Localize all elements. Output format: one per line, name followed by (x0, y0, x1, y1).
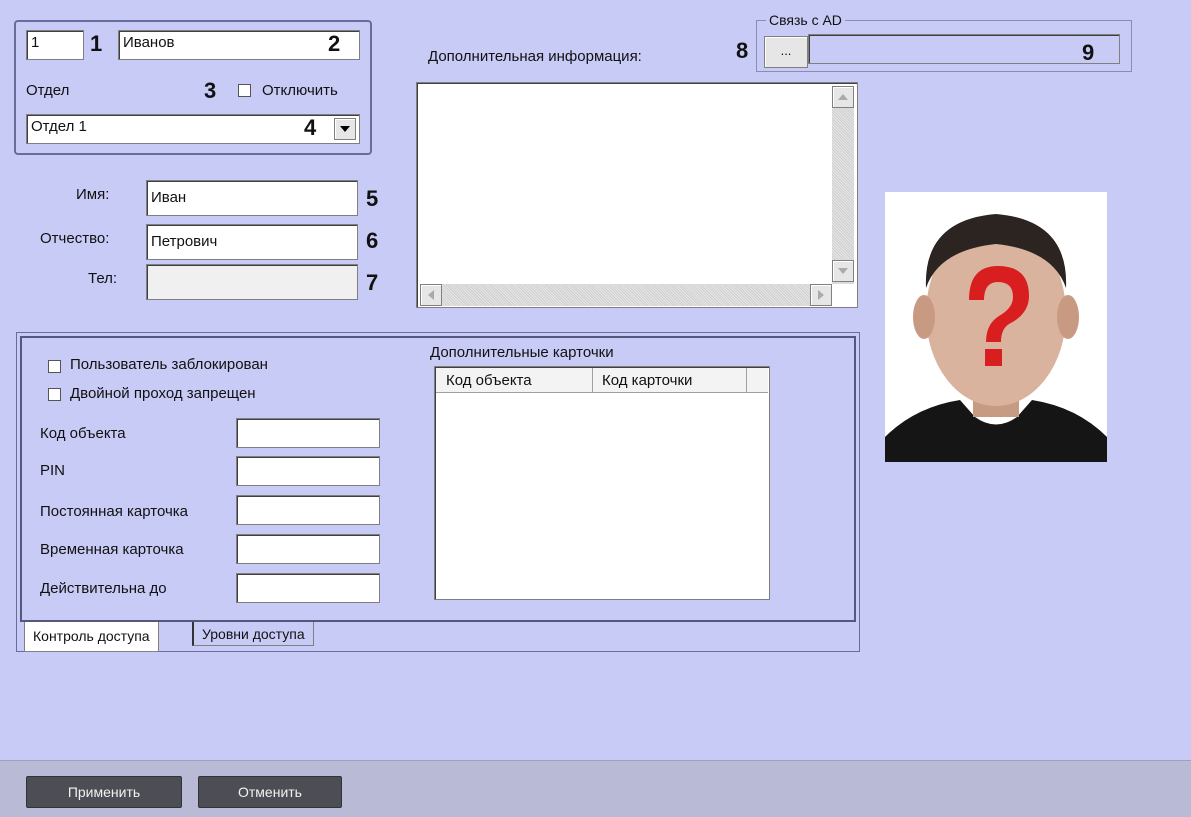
arrow-right-icon (818, 290, 824, 300)
valid-until-field[interactable] (236, 573, 380, 603)
unknown-person-image (885, 192, 1107, 462)
patronymic-label: Отчество: (40, 230, 110, 247)
marker-4: 4 (304, 115, 317, 140)
arrow-up-icon (838, 94, 848, 100)
double-pass-label: Двойной проход запрещен (70, 385, 256, 402)
marker-1: 1 (90, 31, 103, 56)
valid-until-label: Действительна до (40, 580, 167, 597)
ad-group-label: Связь с AD (766, 12, 845, 28)
blocked-label: Пользователь заблокирован (70, 356, 268, 373)
pin-label: PIN (40, 462, 66, 479)
department-label: Отдел (26, 82, 70, 99)
extra-info-textarea[interactable] (416, 82, 858, 308)
extra-cards-label: Дополнительные карточки (430, 344, 614, 361)
dropdown-button[interactable] (334, 118, 356, 140)
patronymic-field[interactable]: Петрович (146, 224, 358, 260)
extra-info-vscrollbar[interactable] (832, 86, 854, 284)
pin-field[interactable] (236, 456, 380, 486)
id-field[interactable]: 1 (26, 30, 84, 60)
column-divider (746, 368, 747, 392)
blocked-checkbox[interactable] (48, 360, 61, 373)
disable-label: Отключить (262, 82, 338, 99)
apply-button[interactable]: Применить (26, 776, 182, 808)
employee-photo[interactable] (885, 192, 1107, 462)
ad-link-field[interactable] (808, 34, 1120, 64)
first-name-label: Имя: (76, 186, 110, 203)
column-object-code[interactable]: Код объекта (446, 372, 532, 389)
arrow-down-icon (838, 268, 848, 274)
marker-7: 7 (366, 270, 379, 295)
scroll-left-button[interactable] (420, 284, 442, 306)
marker-5: 5 (366, 186, 379, 211)
tab-access-control[interactable]: Контроль доступа (24, 622, 159, 652)
object-code-field[interactable] (236, 418, 380, 448)
column-divider (592, 368, 593, 392)
scroll-up-button[interactable] (832, 86, 854, 108)
permanent-card-label: Постоянная карточка (40, 503, 189, 520)
temp-card-label: Временная карточка (40, 541, 184, 558)
chevron-down-icon (340, 126, 350, 132)
object-code-label: Код объекта (40, 425, 126, 442)
scroll-down-button[interactable] (832, 260, 854, 282)
first-name-field[interactable]: Иван (146, 180, 358, 216)
extra-info-hscrollbar[interactable] (420, 284, 832, 306)
permanent-card-field[interactable] (236, 495, 380, 525)
arrow-left-icon (428, 290, 434, 300)
marker-3: 3 (204, 78, 217, 103)
scroll-right-button[interactable] (810, 284, 832, 306)
column-card-code[interactable]: Код карточки (602, 372, 692, 389)
marker-8: 8 (736, 38, 749, 63)
phone-field[interactable] (146, 264, 358, 300)
phone-label: Тел: (88, 270, 118, 287)
ad-browse-button[interactable]: ... (764, 36, 808, 68)
surname-field[interactable]: Иванов (118, 30, 360, 60)
disable-checkbox[interactable] (238, 84, 251, 97)
marker-6: 6 (366, 228, 379, 253)
extra-info-label: Дополнительная информация: (428, 48, 642, 65)
temp-card-field[interactable] (236, 534, 380, 564)
extra-cards-table[interactable] (434, 366, 770, 600)
tab-access-levels[interactable]: Уровни доступа (192, 622, 314, 646)
double-pass-checkbox[interactable] (48, 388, 61, 401)
marker-9: 9 (1082, 40, 1095, 65)
marker-2: 2 (328, 31, 341, 56)
cancel-button[interactable]: Отменить (198, 776, 342, 808)
